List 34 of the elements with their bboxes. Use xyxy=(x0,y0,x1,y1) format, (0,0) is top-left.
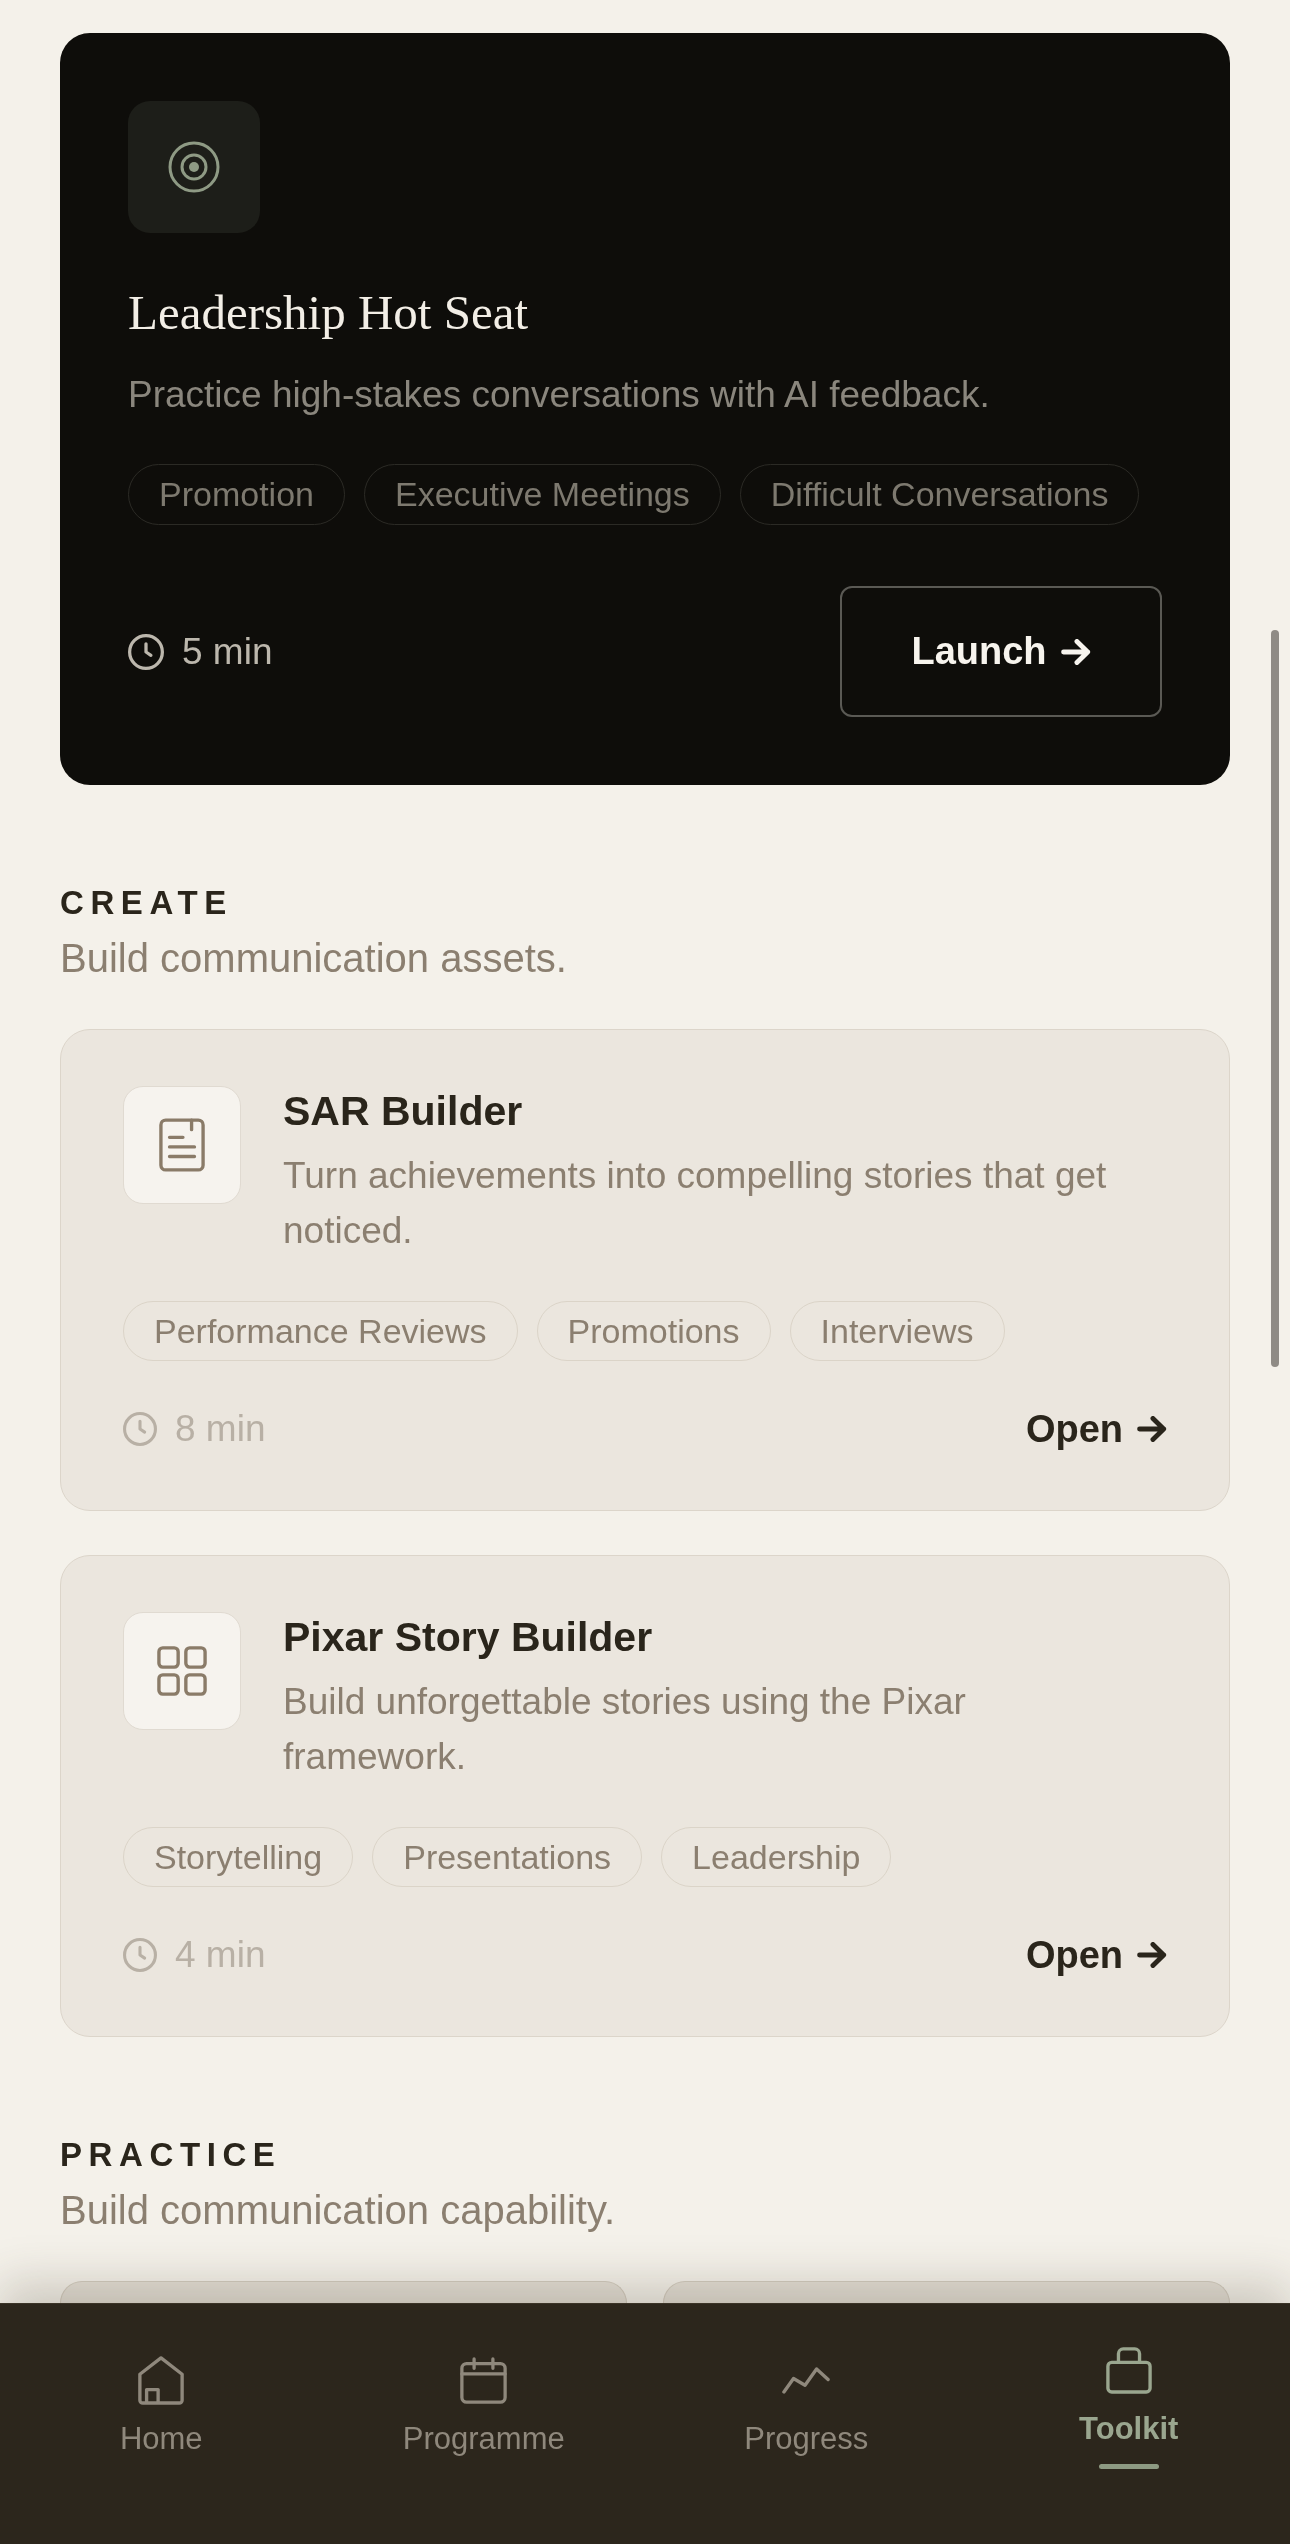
open-button[interactable]: Open xyxy=(1025,1400,1167,1458)
line-chart-icon xyxy=(782,2365,831,2395)
section-heading: CREATE xyxy=(60,883,234,923)
tag: Leadership xyxy=(661,1827,892,1887)
tool-description: Build unforgettable stories using the Pixar framework. xyxy=(283,1680,967,1779)
calendar-icon xyxy=(460,2356,508,2404)
nav-tab[interactable]: Home xyxy=(119,2354,203,2458)
open-button[interactable]: Open xyxy=(1025,1926,1167,1984)
tool-title: Pixar Story Builder xyxy=(283,1613,654,1662)
tool-title: Leadership Hot Seat xyxy=(128,284,530,342)
arrow-right-icon xyxy=(1137,1416,1167,1442)
bag-icon xyxy=(1105,2345,1152,2394)
duration: 4 min xyxy=(175,1933,266,1978)
nav-tab[interactable]: Toolkit xyxy=(1079,2343,1179,2469)
section-heading: PRACTICE xyxy=(60,2135,283,2175)
home-icon xyxy=(137,2355,186,2405)
document-icon xyxy=(123,1086,241,1204)
duration: 5 min xyxy=(182,629,273,674)
nav-tab[interactable]: Programme xyxy=(402,2354,565,2458)
target-icon xyxy=(128,101,260,233)
grid-icon xyxy=(123,1612,241,1730)
tool-description: Turn achievements into compelling stories that get noticed. xyxy=(283,1154,1108,1253)
launch-button[interactable]: Launch xyxy=(840,586,1162,717)
clock-icon xyxy=(123,1938,157,1972)
duration: 8 min xyxy=(175,1407,266,1452)
arrow-right-icon xyxy=(1137,1942,1167,1968)
clock-icon xyxy=(123,1412,157,1446)
section-subtitle: Build communication capability. xyxy=(60,2187,617,2234)
nav-tab[interactable]: Progress xyxy=(744,2354,869,2458)
clock-icon xyxy=(128,633,164,670)
tool-title: SAR Builder xyxy=(283,1087,524,1136)
section-subtitle: Build communication assets. xyxy=(60,935,568,982)
arrow-right-icon xyxy=(1060,638,1091,665)
tool-description: Practice high-stakes conversations with AI feedback. xyxy=(128,373,991,417)
